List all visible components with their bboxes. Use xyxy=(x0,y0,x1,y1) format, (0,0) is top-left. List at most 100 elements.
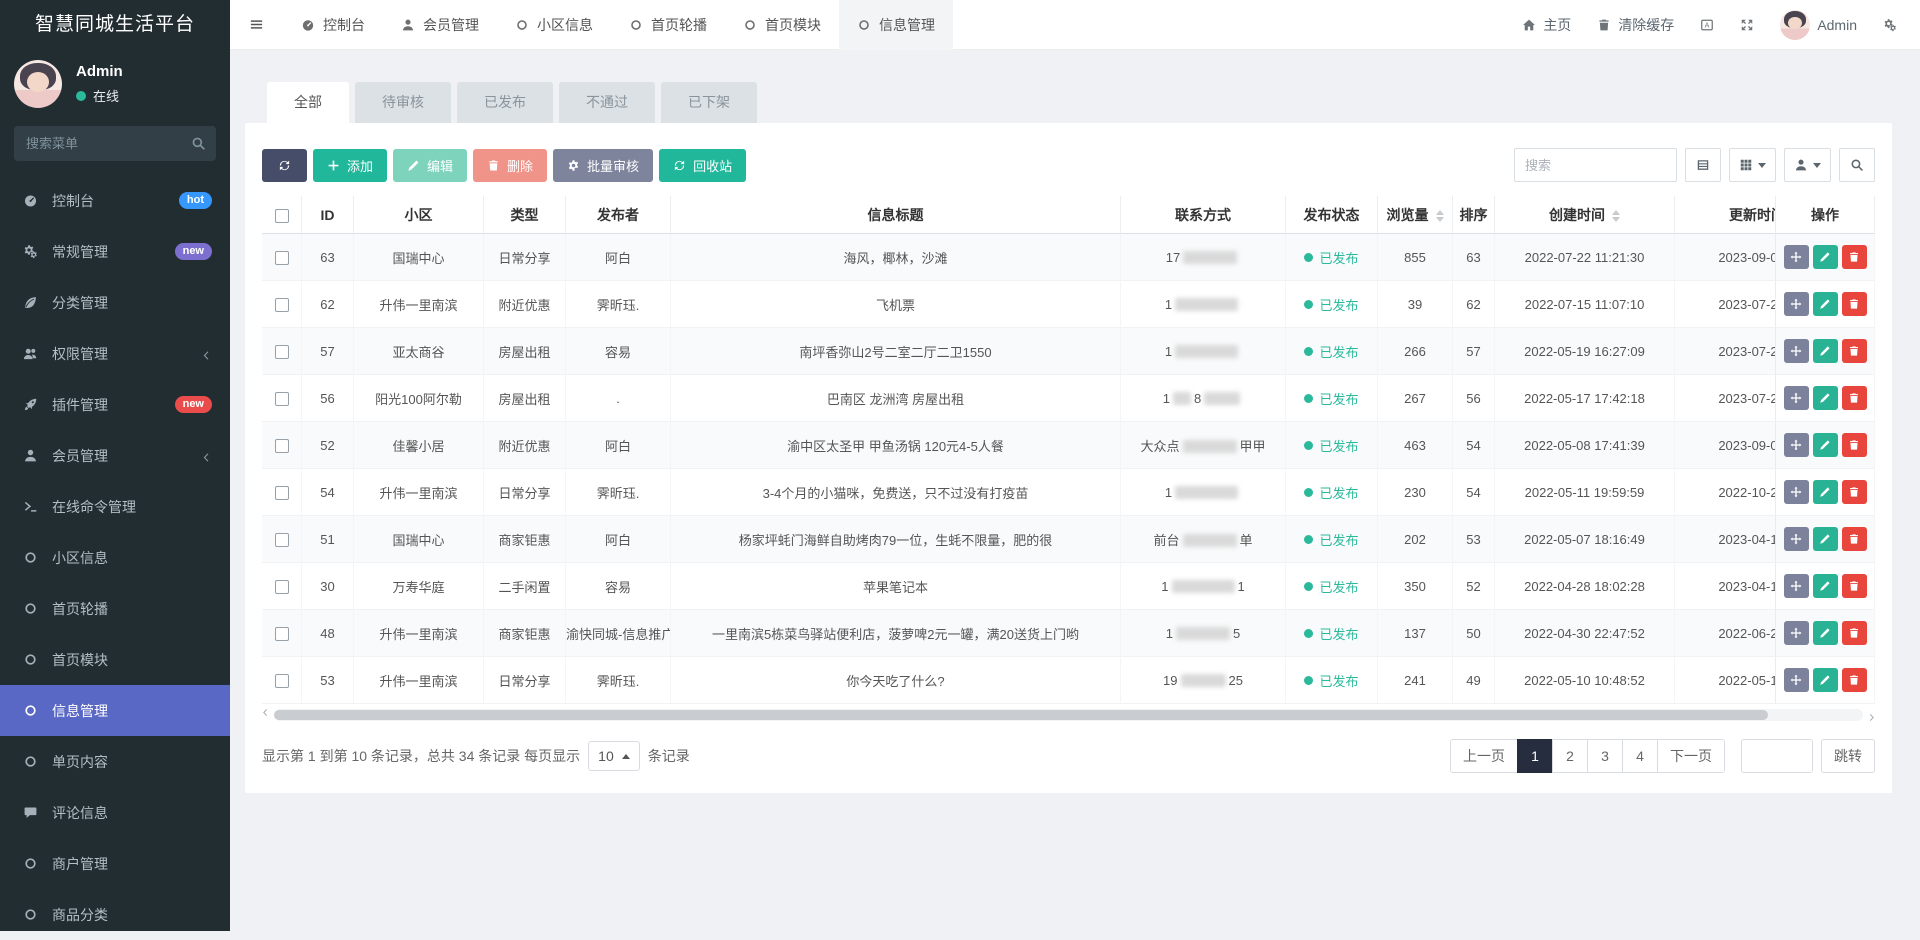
select-all-checkbox[interactable] xyxy=(275,209,289,223)
jump-button[interactable]: 跳转 xyxy=(1821,739,1875,773)
row-checkbox[interactable] xyxy=(275,486,289,500)
page-button-4[interactable]: 4 xyxy=(1622,739,1658,773)
delete-row-button[interactable] xyxy=(1842,292,1867,316)
add-button[interactable]: 添加 xyxy=(313,149,387,182)
move-button[interactable] xyxy=(1784,386,1809,410)
delete-row-button[interactable] xyxy=(1842,668,1867,692)
delete-row-button[interactable] xyxy=(1842,527,1867,551)
column-header-created[interactable]: 创建时间 xyxy=(1495,196,1675,234)
jump-page-input[interactable] xyxy=(1741,739,1813,773)
move-button[interactable] xyxy=(1784,574,1809,598)
sidebar-item-12[interactable]: 单页内容 xyxy=(0,736,230,787)
delete-row-button[interactable] xyxy=(1842,621,1867,645)
delete-row-button[interactable] xyxy=(1842,433,1867,457)
sidebar-item-15[interactable]: 商品分类 xyxy=(0,889,230,940)
sidebar-item-13[interactable]: 评论信息 xyxy=(0,787,230,838)
nav-tab-3[interactable]: 小区信息 xyxy=(497,0,611,50)
sidebar-item-2[interactable]: 常规管理new xyxy=(0,226,230,277)
edit-row-button[interactable] xyxy=(1813,245,1838,269)
sidebar-item-7[interactable]: 在线命令管理 xyxy=(0,481,230,532)
move-button[interactable] xyxy=(1784,245,1809,269)
row-checkbox[interactable] xyxy=(275,298,289,312)
columns-button[interactable] xyxy=(1729,148,1776,182)
nav-tab-6[interactable]: 信息管理 xyxy=(839,0,953,50)
sidebar-item-10[interactable]: 首页模块 xyxy=(0,634,230,685)
settings-button[interactable] xyxy=(1870,0,1910,50)
move-button[interactable] xyxy=(1784,621,1809,645)
sidebar-item-4[interactable]: 权限管理 xyxy=(0,328,230,379)
edit-row-button[interactable] xyxy=(1813,668,1838,692)
menu-toggle-button[interactable] xyxy=(230,0,283,50)
sidebar-item-3[interactable]: 分类管理 xyxy=(0,277,230,328)
toggle-view-button[interactable] xyxy=(1685,148,1721,182)
edit-row-button[interactable] xyxy=(1813,480,1838,504)
row-checkbox[interactable] xyxy=(275,439,289,453)
column-header-views[interactable]: 浏览量 xyxy=(1378,196,1453,234)
row-checkbox[interactable] xyxy=(275,580,289,594)
page-size-select[interactable]: 10 xyxy=(588,741,640,771)
row-checkbox[interactable] xyxy=(275,345,289,359)
delete-row-button[interactable] xyxy=(1842,245,1867,269)
sidebar-item-1[interactable]: 控制台hot xyxy=(0,175,230,226)
delete-row-button[interactable] xyxy=(1842,574,1867,598)
sidebar-item-9[interactable]: 首页轮播 xyxy=(0,583,230,634)
nav-tab-4[interactable]: 首页轮播 xyxy=(611,0,725,50)
refresh-button[interactable] xyxy=(262,149,307,182)
scrollbar-thumb[interactable] xyxy=(274,710,1768,720)
batch-audit-button[interactable]: 批量审核 xyxy=(553,149,653,182)
move-button[interactable] xyxy=(1784,480,1809,504)
delete-button[interactable]: 删除 xyxy=(473,149,547,182)
row-checkbox[interactable] xyxy=(275,627,289,641)
edit-row-button[interactable] xyxy=(1813,527,1838,551)
move-button[interactable] xyxy=(1784,668,1809,692)
row-checkbox[interactable] xyxy=(275,674,289,688)
nav-tab-1[interactable]: 控制台 xyxy=(283,0,383,50)
prev-page-button[interactable]: 上一页 xyxy=(1450,739,1518,773)
fullscreen-button[interactable] xyxy=(1727,0,1767,50)
menu-search-input[interactable] xyxy=(14,126,216,161)
scrollbar-track[interactable] xyxy=(274,709,1863,721)
move-button[interactable] xyxy=(1784,339,1809,363)
edit-row-button[interactable] xyxy=(1813,386,1838,410)
page-button-2[interactable]: 2 xyxy=(1552,739,1588,773)
filter-tab-1[interactable]: 全部 xyxy=(267,82,349,123)
scroll-right-icon[interactable] xyxy=(1863,709,1875,721)
next-page-button[interactable]: 下一页 xyxy=(1657,739,1725,773)
clear-cache-button[interactable]: 清除缓存 xyxy=(1584,0,1687,50)
sidebar-item-14[interactable]: 商户管理 xyxy=(0,838,230,889)
edit-row-button[interactable] xyxy=(1813,621,1838,645)
delete-row-button[interactable] xyxy=(1842,339,1867,363)
row-checkbox[interactable] xyxy=(275,392,289,406)
filter-tab-4[interactable]: 不通过 xyxy=(559,82,655,123)
move-button[interactable] xyxy=(1784,527,1809,551)
delete-row-button[interactable] xyxy=(1842,386,1867,410)
edit-row-button[interactable] xyxy=(1813,433,1838,457)
row-checkbox[interactable] xyxy=(275,251,289,265)
home-button[interactable]: 主页 xyxy=(1509,0,1584,50)
filter-tab-3[interactable]: 已发布 xyxy=(457,82,553,123)
edit-row-button[interactable] xyxy=(1813,574,1838,598)
edit-row-button[interactable] xyxy=(1813,339,1838,363)
row-checkbox[interactable] xyxy=(275,533,289,547)
page-button-1[interactable]: 1 xyxy=(1517,739,1553,773)
nav-tab-5[interactable]: 首页模块 xyxy=(725,0,839,50)
search-button[interactable] xyxy=(1839,148,1875,182)
scroll-left-icon[interactable] xyxy=(262,709,274,721)
account-menu[interactable]: Admin xyxy=(1767,0,1870,50)
sidebar-item-8[interactable]: 小区信息 xyxy=(0,532,230,583)
user-avatar[interactable] xyxy=(14,60,62,108)
move-button[interactable] xyxy=(1784,292,1809,316)
delete-row-button[interactable] xyxy=(1842,480,1867,504)
edit-button[interactable]: 编辑 xyxy=(393,149,467,182)
edit-row-button[interactable] xyxy=(1813,292,1838,316)
move-button[interactable] xyxy=(1784,433,1809,457)
table-search-input[interactable] xyxy=(1514,148,1677,182)
page-button-3[interactable]: 3 xyxy=(1587,739,1623,773)
sidebar-item-11[interactable]: 信息管理 xyxy=(0,685,230,736)
filter-tab-2[interactable]: 待审核 xyxy=(355,82,451,123)
sidebar-item-6[interactable]: 会员管理 xyxy=(0,430,230,481)
export-button[interactable] xyxy=(1784,148,1831,182)
filter-tab-5[interactable]: 已下架 xyxy=(661,82,757,123)
sidebar-item-5[interactable]: 插件管理new xyxy=(0,379,230,430)
recycle-button[interactable]: 回收站 xyxy=(659,149,746,182)
